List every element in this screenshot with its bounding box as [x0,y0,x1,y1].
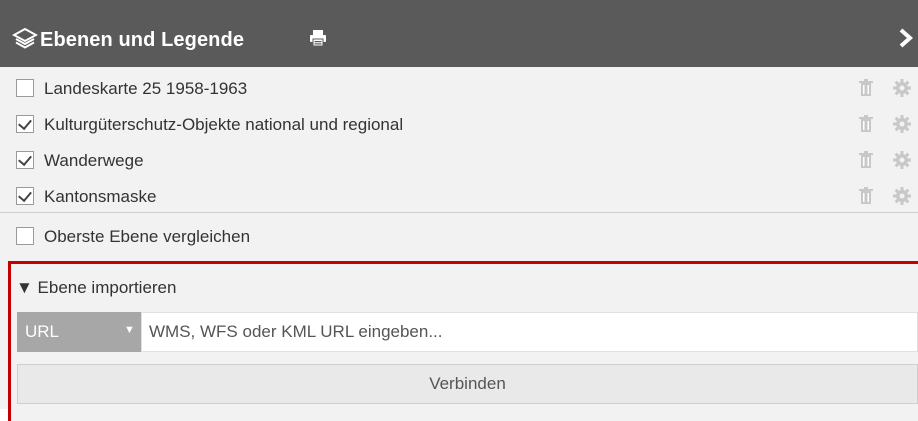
print-icon[interactable] [309,29,327,47]
layer-label: Kantonsmaske [44,187,157,206]
layer-checkbox[interactable] [16,187,34,205]
trash-icon[interactable] [859,115,873,133]
gear-icon[interactable] [893,187,911,205]
chevron-right-icon[interactable] [898,28,914,48]
compare-row[interactable]: Oberste Ebene vergleichen [0,213,918,257]
source-type-value: URL [25,322,60,341]
panel-title: Ebenen und Legende [40,29,245,51]
layer-row[interactable]: Kulturgüterschutz-Objekte national und r… [0,106,918,142]
checkmark-icon [18,187,32,203]
dropdown-arrow-icon: ▼ [124,324,135,336]
url-input[interactable] [141,312,918,352]
layer-checkbox[interactable] [16,79,34,97]
layer-checkbox[interactable] [16,115,34,133]
trash-icon[interactable] [859,151,873,169]
source-type-select[interactable]: URL ▼ [17,312,141,352]
layers-icon [11,27,39,49]
layer-row[interactable]: Wanderwege [0,142,918,178]
layers-legend-panel: Ebenen und Legende Landeskarte 25 1958-1… [0,0,918,421]
trash-icon[interactable] [859,79,873,97]
gear-icon[interactable] [893,151,911,169]
checkmark-icon [18,151,32,167]
layer-checkbox[interactable] [16,151,34,169]
panel-header[interactable]: Ebenen und Legende [0,0,918,67]
trash-icon[interactable] [859,187,873,205]
connect-button[interactable]: Verbinden [17,364,918,404]
compare-checkbox[interactable] [16,227,34,245]
layer-row[interactable]: Kantonsmaske [0,178,918,214]
layer-label: Wanderwege [44,151,144,170]
compare-label: Oberste Ebene vergleichen [44,227,251,246]
layer-label: Kulturgüterschutz-Objekte national und r… [44,115,404,134]
gear-icon[interactable] [893,79,911,97]
layer-label: Landeskarte 25 1958-1963 [44,79,248,98]
layer-row[interactable]: Landeskarte 25 1958-1963 [0,70,918,106]
layer-list: Landeskarte 25 1958-1963 Kulturgüterschu… [0,67,918,212]
import-toggle[interactable]: ▼ Ebene importieren [16,278,176,298]
gear-icon[interactable] [893,115,911,133]
checkmark-icon [18,115,32,131]
